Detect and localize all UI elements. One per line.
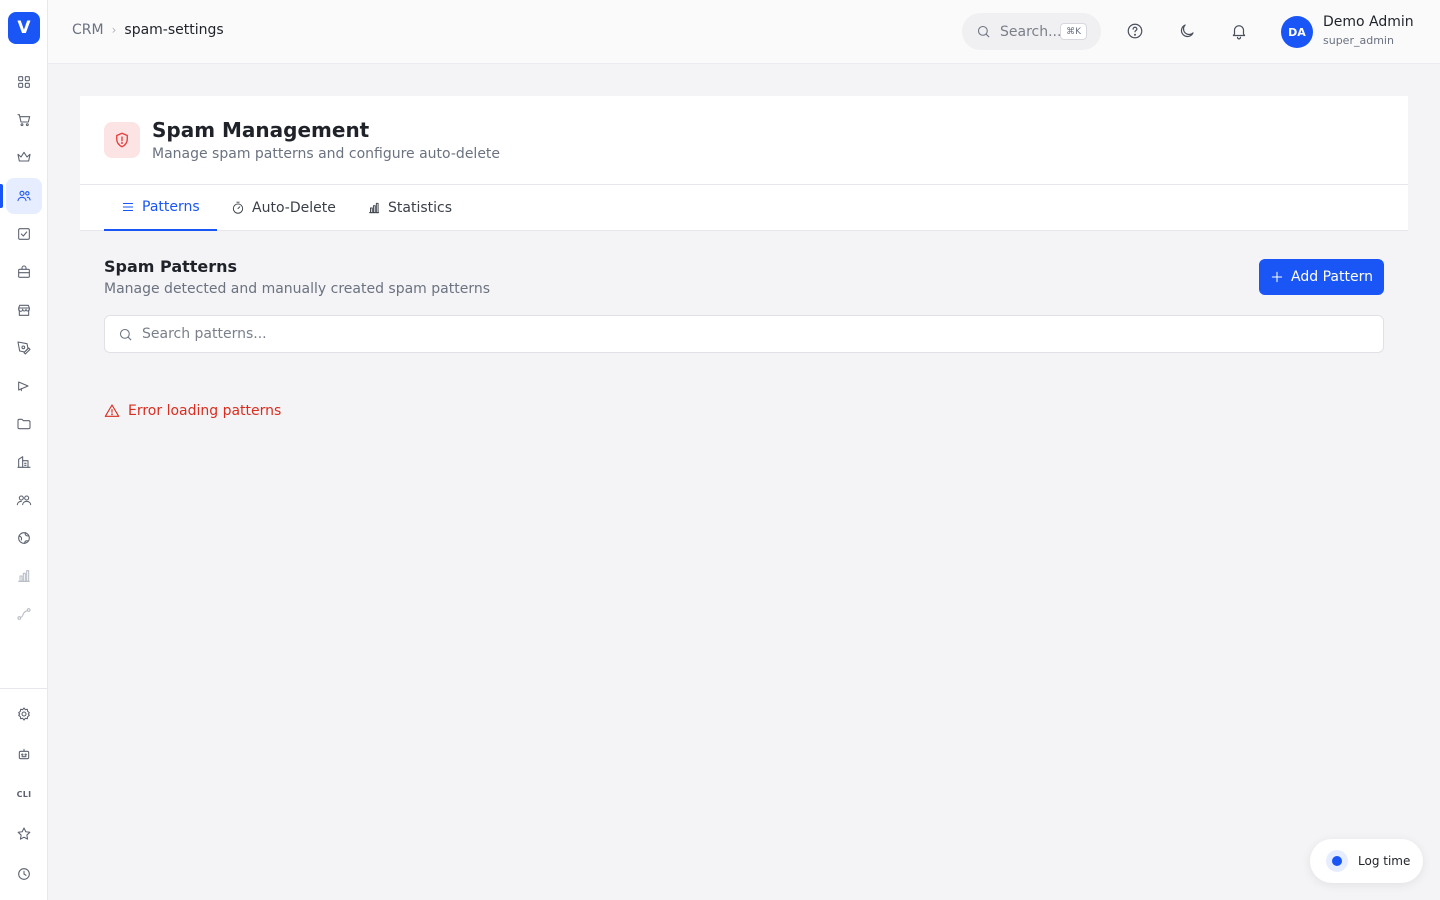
bar-chart-icon — [368, 202, 380, 214]
section-title: Spam Patterns — [104, 257, 238, 276]
log-time-label: Log time — [1358, 854, 1411, 868]
help-button[interactable] — [1124, 20, 1146, 42]
robot-icon — [18, 748, 30, 760]
sidebar-item-crm[interactable] — [6, 178, 42, 214]
alert-triangle-icon — [104, 404, 120, 417]
user-role: super_admin — [1323, 34, 1394, 47]
shopping-bag-icon — [18, 265, 30, 278]
notifications-button[interactable] — [1228, 20, 1250, 42]
theme-toggle-button[interactable] — [1176, 20, 1198, 42]
sidebar-item-store[interactable] — [6, 292, 42, 328]
sidebar-item-campaigns[interactable] — [6, 368, 42, 404]
timer-dot-icon — [1326, 850, 1348, 872]
breadcrumb-current: spam-settings — [124, 22, 224, 38]
sidebar-item-analytics[interactable] — [6, 558, 42, 594]
grid-icon — [18, 76, 30, 88]
add-pattern-button[interactable]: Add Pattern — [1259, 259, 1384, 295]
tab-auto-delete[interactable]: Auto-Delete — [214, 185, 353, 231]
sidebar-item-history[interactable] — [6, 856, 42, 892]
moon-icon — [1180, 24, 1194, 38]
tab-statistics-label: Statistics — [388, 200, 452, 216]
sidebar-item-favorites[interactable] — [6, 816, 42, 852]
search-icon — [119, 328, 132, 341]
tab-statistics[interactable]: Statistics — [350, 185, 469, 231]
sidebar-item-files[interactable] — [6, 406, 42, 442]
cart-icon — [17, 114, 31, 127]
sidebar-item-companies[interactable] — [6, 444, 42, 480]
error-text: Error loading patterns — [128, 403, 282, 419]
globe-icon — [18, 532, 30, 544]
bar-chart-icon — [18, 570, 30, 582]
tab-patterns[interactable]: Patterns — [104, 185, 217, 231]
team-icon — [16, 495, 32, 506]
sidebar-item-team[interactable] — [6, 482, 42, 518]
help-circle-icon — [1127, 23, 1143, 39]
list-icon — [122, 203, 134, 211]
plus-icon — [1271, 271, 1283, 283]
bell-icon — [1232, 25, 1246, 40]
app-logo[interactable]: V — [8, 12, 40, 44]
global-search-placeholder: Search... — [1000, 23, 1062, 40]
crown-icon — [17, 151, 31, 162]
cli-label: CLI — [16, 789, 32, 799]
store-icon — [18, 304, 30, 316]
sidebar-item-bot[interactable] — [6, 736, 42, 772]
page-header-card: Spam Management Manage spam patterns and… — [80, 96, 1408, 231]
page-subtitle: Manage spam patterns and configure auto-… — [152, 146, 501, 162]
search-icon — [977, 25, 990, 38]
sidebar-item-web[interactable] — [6, 520, 42, 556]
avatar[interactable]: DA — [1281, 16, 1313, 48]
error-message: Error loading patterns — [104, 403, 281, 419]
pen-tool-icon — [17, 341, 31, 355]
pattern-search-input[interactable] — [142, 326, 1342, 342]
sidebar-item-shop[interactable] — [6, 102, 42, 138]
check-square-icon — [18, 228, 30, 240]
megaphone-icon — [18, 381, 29, 392]
title-icon-badge — [104, 122, 140, 158]
star-icon — [17, 827, 31, 840]
active-indicator — [0, 184, 3, 208]
sidebar-item-content[interactable] — [6, 330, 42, 366]
log-time-button[interactable]: Log time — [1310, 839, 1423, 883]
timer-icon — [232, 201, 244, 214]
sidebar-item-products[interactable] — [6, 254, 42, 290]
search-shortcut-badge: ⌘K — [1060, 23, 1087, 40]
sidebar-item-premium[interactable] — [6, 139, 42, 175]
sidebar-divider — [0, 688, 48, 689]
sidebar-item-settings[interactable] — [6, 696, 42, 732]
folder-icon — [17, 418, 31, 430]
sidebar: V CLI — [0, 0, 48, 900]
chevron-right-icon: › — [111, 23, 117, 37]
tab-auto-delete-label: Auto-Delete — [252, 200, 336, 216]
gear-icon — [18, 707, 30, 721]
users-icon — [17, 190, 31, 202]
building-icon — [17, 456, 31, 468]
breadcrumb-root[interactable]: CRM — [72, 22, 104, 38]
sidebar-item-tasks[interactable] — [6, 216, 42, 252]
add-pattern-label: Add Pattern — [1291, 269, 1373, 285]
clock-icon — [18, 868, 30, 880]
user-name[interactable]: Demo Admin — [1323, 14, 1414, 30]
route-icon — [17, 608, 31, 620]
tab-patterns-label: Patterns — [142, 199, 200, 215]
section-subtitle: Manage detected and manually created spa… — [104, 281, 491, 297]
global-search[interactable]: Search... ⌘K — [962, 13, 1101, 50]
shield-alert-icon — [116, 132, 128, 148]
breadcrumb: CRM › spam-settings — [72, 22, 224, 38]
page-title: Spam Management — [152, 118, 370, 142]
top-header: CRM › spam-settings Search... ⌘K DA Demo… — [48, 0, 1440, 64]
sidebar-item-dashboard[interactable] — [6, 64, 42, 100]
sidebar-item-workflows[interactable] — [6, 596, 42, 632]
sidebar-item-cli[interactable]: CLI — [6, 776, 42, 812]
pattern-search-box — [104, 315, 1384, 353]
